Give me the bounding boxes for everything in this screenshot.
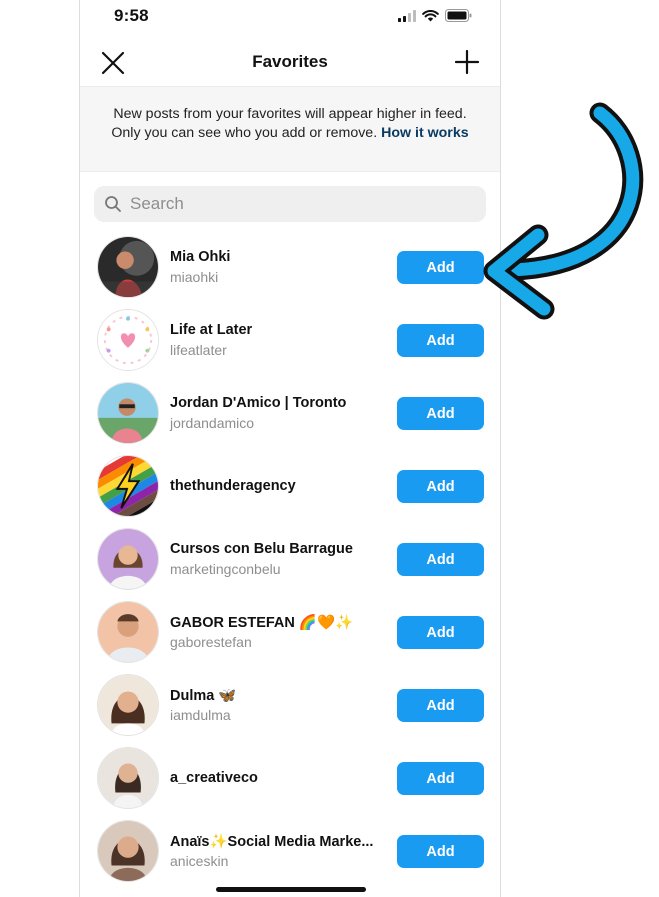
account-handle: miaohki xyxy=(170,269,219,285)
account-handle: jordandamico xyxy=(170,415,255,431)
curved-arrow-annotation xyxy=(483,102,644,320)
wifi-icon xyxy=(422,9,439,21)
add-button[interactable]: Add xyxy=(397,835,484,868)
account-handle: lifeatlater xyxy=(170,342,227,358)
avatar[interactable] xyxy=(97,382,159,444)
account-handle: iamdulma xyxy=(170,707,231,723)
list-item[interactable]: Jordan D'Amico | Toronto jordandamico Ad… xyxy=(80,376,500,449)
list-item[interactable]: Cursos con Belu Barrague marketingconbel… xyxy=(80,522,500,595)
account-name: Anaïs✨Social Media Marke... xyxy=(170,834,374,850)
account-name: Jordan D'Amico | Toronto xyxy=(170,395,347,411)
list-item[interactable]: a_creativeco Add xyxy=(80,741,500,814)
add-button[interactable]: Add xyxy=(397,251,484,284)
add-button[interactable]: Add xyxy=(397,470,484,503)
account-name: thethunderagency xyxy=(170,478,296,494)
list-item[interactable]: Anaïs✨Social Media Marke... aniceskin Ad… xyxy=(80,814,500,887)
add-button[interactable]: Add xyxy=(397,762,484,795)
account-name: Mia Ohki xyxy=(170,249,231,265)
account-name: a_creativeco xyxy=(170,770,258,786)
nav-bar: Favorites xyxy=(80,40,500,84)
status-bar: 9:58 xyxy=(80,0,500,36)
add-button[interactable]: Add xyxy=(397,616,484,649)
avatar[interactable] xyxy=(97,236,159,298)
account-handle: gaborestefan xyxy=(170,634,252,650)
account-name: Life at Later xyxy=(170,322,253,338)
battery-icon xyxy=(445,9,472,22)
avatar[interactable] xyxy=(97,528,159,590)
avatar[interactable] xyxy=(97,309,159,371)
account-name: GABOR ESTEFAN 🌈🧡✨ xyxy=(170,615,354,631)
search-bar[interactable] xyxy=(94,186,486,222)
add-button[interactable]: Add xyxy=(397,324,484,357)
avatar[interactable] xyxy=(97,820,159,882)
avatar[interactable] xyxy=(97,601,159,663)
list-item[interactable]: Mia Ohki miaohki Add xyxy=(80,230,500,303)
home-indicator xyxy=(216,887,366,892)
add-button[interactable]: Add xyxy=(397,397,484,430)
list-item[interactable]: Life at Later lifeatlater Add xyxy=(80,303,500,376)
list-item[interactable]: thethunderagency Add xyxy=(80,449,500,522)
plus-icon[interactable] xyxy=(454,49,480,75)
account-handle: aniceskin xyxy=(170,853,229,869)
status-time: 9:58 xyxy=(114,6,149,25)
how-it-works-link[interactable]: How it works xyxy=(381,125,469,141)
add-button[interactable]: Add xyxy=(397,689,484,722)
account-handle: marketingconbelu xyxy=(170,561,281,577)
list-item[interactable]: GABOR ESTEFAN 🌈🧡✨ gaborestefan Add xyxy=(80,595,500,668)
page-title: Favorites xyxy=(252,52,328,71)
search-icon xyxy=(105,196,121,212)
status-icons xyxy=(398,9,472,22)
search-input[interactable] xyxy=(130,194,460,214)
account-name: Cursos con Belu Barrague xyxy=(170,541,353,557)
list-item[interactable]: Dulma 🦋 iamdulma Add xyxy=(80,668,500,741)
account-name: Dulma 🦋 xyxy=(170,688,237,704)
avatar[interactable] xyxy=(97,674,159,736)
favorites-notice: New posts from your favorites will appea… xyxy=(80,86,500,172)
phone-screen: 9:58 Favorites New posts from your favor… xyxy=(79,0,501,897)
avatar[interactable] xyxy=(97,747,159,809)
add-button[interactable]: Add xyxy=(397,543,484,576)
signal-icon xyxy=(398,9,416,22)
avatar[interactable] xyxy=(97,455,159,517)
